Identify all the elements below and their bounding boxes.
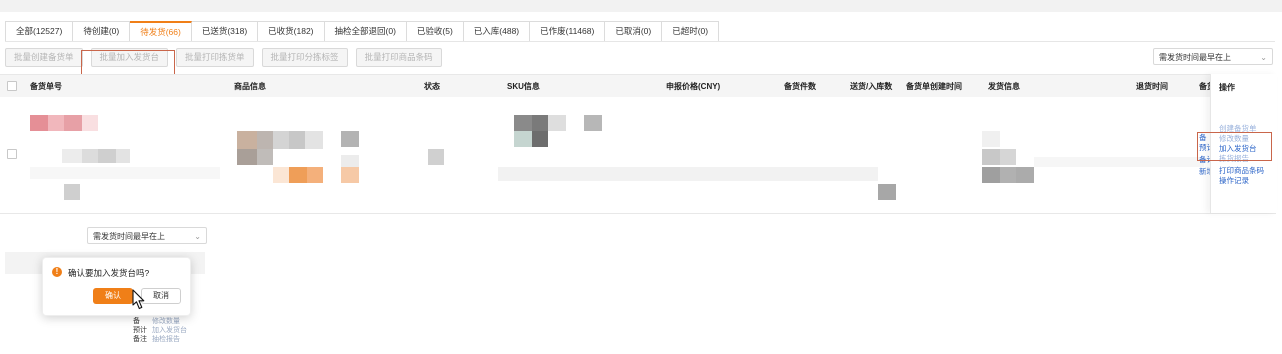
tab-inspection-returned[interactable]: 抽检全部退回(0): [324, 21, 407, 42]
blurred-text: [62, 149, 82, 163]
blurred-goods-image: [257, 131, 273, 149]
blurred-sku-image: [532, 115, 548, 131]
confirm-button[interactable]: 确认: [93, 288, 133, 304]
blurred-goods-price: [341, 167, 359, 183]
blurred-order-no: [64, 115, 82, 131]
blurred-ship-info: [982, 131, 1000, 147]
blurred-text: [116, 149, 130, 163]
blurred-ship-info: [1000, 167, 1016, 183]
bulk-actions: 批量创建备货单 批量加入发货台 批量打印拣货单 批量打印分拣标签 批量打印商品条…: [5, 48, 442, 67]
tab-voided[interactable]: 已作废(11468): [530, 21, 606, 42]
col-ship-info: 发货信息: [988, 82, 1020, 91]
tab-received[interactable]: 已收货(182): [258, 21, 325, 42]
blurred-text: [30, 167, 220, 179]
blurred-sku-text: [498, 167, 878, 181]
sort-select-lower-label: 需发货时间最早在上: [93, 232, 165, 241]
sort-select-lower[interactable]: 需发货时间最早在上 ⌄: [87, 227, 207, 244]
table-row: 备 预计 备计 新增: [0, 97, 1276, 214]
blurred-goods-image: [237, 149, 257, 165]
row-checkbox[interactable]: [7, 149, 17, 159]
blurred-ship-info: [1000, 149, 1016, 165]
blurred-sku-image: [548, 115, 566, 131]
top-strip: [0, 0, 1282, 12]
blurred-goods-image: [305, 131, 323, 149]
col-created: 备货单创建时间: [906, 82, 962, 91]
blurred-ship-info: [982, 167, 1000, 183]
blurred-goods-text: [341, 131, 359, 147]
status-tabs: 全部(12527) 待创建(0) 待发货(66) 已送货(318) 已收货(18…: [5, 21, 720, 42]
highlight-box-bulk: [81, 50, 175, 77]
col-delivered: 送货/入库数: [850, 82, 893, 91]
bulk-print-barcode-button[interactable]: 批量打印商品条码: [355, 48, 442, 67]
tab-divider: [5, 41, 1275, 42]
blurred-order-no: [48, 115, 64, 131]
blurred-ship-info: [1016, 167, 1034, 183]
chevron-down-icon: ⌄: [194, 232, 201, 241]
bulk-create-button[interactable]: 批量创建备货单: [5, 48, 83, 67]
tab-pending-ship[interactable]: 待发货(66): [130, 21, 192, 42]
col-goods: 商品信息: [234, 82, 266, 91]
tab-delivered[interactable]: 已送货(318): [191, 21, 259, 42]
sort-select-label: 需发货时间最早在上: [1159, 53, 1231, 62]
cancel-button[interactable]: 取消: [141, 288, 181, 304]
blurred-sku-image: [532, 131, 548, 147]
blurred-ship-info: [1034, 157, 1204, 167]
bulk-print-sort-label-button[interactable]: 批量打印分拣标签: [261, 48, 348, 67]
mouse-cursor-icon: [132, 289, 145, 310]
blurred-goods-image: [289, 131, 305, 149]
blurred-status: [428, 149, 444, 165]
blurred-sku-text: [878, 184, 896, 200]
blurred-sku-image: [514, 131, 532, 147]
blurred-order-no: [30, 115, 48, 131]
confirm-message: 确认要加入发货台吗?: [68, 268, 150, 278]
blurred-goods-price: [273, 167, 289, 183]
table-header: 备货单号 商品信息 状态 SKU信息 申报价格(CNY) 备货件数 送货/入库数…: [0, 74, 1276, 98]
col-sku: SKU信息: [507, 82, 540, 91]
tab-cancelled[interactable]: 已取消(0): [605, 21, 663, 42]
blurred-goods-image: [257, 149, 273, 165]
blurred-order-no: [82, 115, 98, 131]
blurred-goods-price: [307, 167, 323, 183]
col-order-no: 备货单号: [30, 82, 62, 91]
tab-pending-create[interactable]: 待创建(0): [73, 21, 131, 42]
col-price: 申报价格(CNY): [666, 82, 721, 91]
bulk-print-picklist-button[interactable]: 批量打印拣货单: [176, 48, 254, 67]
col-qty: 备货件数: [784, 82, 816, 91]
col-status: 状态: [424, 82, 440, 91]
bg-op-3: 抽检报告: [152, 336, 180, 343]
blurred-text: [98, 149, 116, 163]
op-history-link[interactable]: 操作记录: [1219, 175, 1249, 186]
select-all-checkbox[interactable]: [7, 81, 17, 91]
tab-all[interactable]: 全部(12527): [5, 21, 74, 42]
chevron-down-icon: ⌄: [1260, 53, 1267, 62]
blurred-goods-text: [341, 155, 359, 167]
blurred-goods-image: [237, 131, 257, 149]
warning-icon: !: [52, 267, 62, 277]
blurred-ship-info: [982, 149, 1000, 165]
blurred-goods-price: [289, 167, 307, 183]
blurred-sku-image: [584, 115, 602, 131]
blurred-text: [82, 149, 98, 163]
bg-left-3: 备注: [133, 336, 147, 343]
blurred-text: [64, 184, 80, 200]
sort-select[interactable]: 需发货时间最早在上 ⌄: [1153, 48, 1273, 65]
tab-accepted[interactable]: 已验收(5): [406, 21, 464, 42]
tab-stocked[interactable]: 已入库(488): [463, 21, 531, 42]
blurred-sku-image: [514, 115, 532, 131]
confirm-popover: ! 确认要加入发货台吗? 确认 取消: [42, 257, 191, 316]
highlight-box-op: [1197, 132, 1272, 161]
tab-timeout[interactable]: 已超时(0): [662, 21, 720, 42]
col-ops: 操作: [1219, 83, 1235, 92]
col-return-time: 退货时间: [1136, 82, 1168, 91]
blurred-goods-image: [273, 131, 289, 149]
